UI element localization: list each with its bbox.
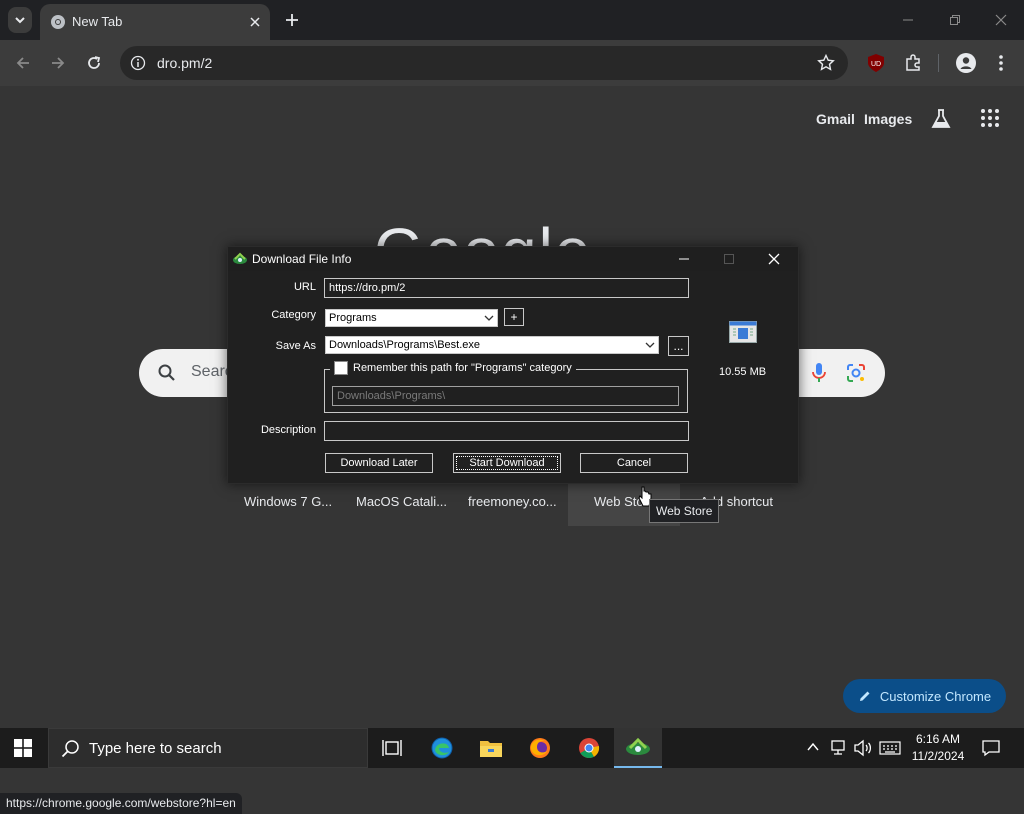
toolbar-divider <box>938 54 939 72</box>
minimize-icon[interactable] <box>898 10 918 30</box>
browser-titlebar: New Tab <box>0 0 1024 40</box>
svg-text:UD: UD <box>871 61 881 68</box>
add-category-button[interactable]: + <box>504 308 524 326</box>
task-view-icon[interactable] <box>368 728 416 768</box>
customize-chrome-label: Customize Chrome <box>879 688 992 704</box>
chevron-down-icon <box>15 17 25 24</box>
taskbar-search-icon <box>61 739 81 759</box>
browser-toolbar: dro.pm/2 UD <box>0 40 1024 86</box>
remember-path-checkbox-row[interactable]: Remember this path for "Programs" catego… <box>330 361 576 375</box>
url-field[interactable]: https://dro.pm/2 <box>324 278 689 298</box>
cancel-button[interactable]: Cancel <box>580 453 688 473</box>
start-download-button[interactable]: Start Download <box>453 453 561 473</box>
remember-path-label: Remember this path for "Programs" catego… <box>353 362 572 374</box>
taskbar-clock[interactable]: 6:16 AM 11/2/2024 <box>898 731 978 765</box>
dialog-title: Download File Info <box>252 252 352 266</box>
search-icon <box>157 363 177 383</box>
link-status-bar: https://chrome.google.com/webstore?hl=en <box>0 793 242 814</box>
dialog-titlebar[interactable]: Download File Info <box>228 247 798 271</box>
firefox-icon[interactable] <box>516 728 564 768</box>
google-apps-icon[interactable] <box>980 108 1000 128</box>
url-label: URL <box>293 281 316 293</box>
remember-path-field: Downloads\Programs\ <box>332 386 679 406</box>
site-info-icon[interactable] <box>130 55 146 71</box>
edge-browser-icon[interactable] <box>418 728 466 768</box>
category-select[interactable]: Programs <box>325 309 498 327</box>
taskbar-search-box[interactable]: Type here to search <box>48 728 368 768</box>
close-tab-icon[interactable] <box>246 13 264 31</box>
address-bar[interactable]: dro.pm/2 <box>120 46 848 80</box>
idm-app-icon <box>232 251 248 267</box>
customize-chrome-button[interactable]: Customize Chrome <box>843 679 1006 713</box>
chrome-menu-icon[interactable] <box>996 53 1006 73</box>
save-as-dropdown-arrow-icon[interactable] <box>642 337 658 353</box>
labs-flask-icon[interactable] <box>931 108 951 130</box>
file-explorer-icon[interactable] <box>467 728 515 768</box>
new-tab-icon[interactable] <box>282 10 302 30</box>
tab-title: New Tab <box>72 14 123 29</box>
address-text[interactable]: dro.pm/2 <box>157 55 212 71</box>
idm-taskbar-icon[interactable] <box>614 728 662 768</box>
volume-icon[interactable] <box>853 739 873 757</box>
windows-start-icon[interactable] <box>14 739 32 757</box>
file-type-icon <box>729 321 757 343</box>
remember-path-group: Downloads\Programs\ <box>324 369 688 413</box>
web-store-tooltip: Web Store <box>649 499 720 523</box>
reload-icon[interactable] <box>83 52 105 74</box>
category-label: Category <box>271 309 316 321</box>
shortcut-freemoney[interactable]: freemoney.co... <box>468 494 557 509</box>
ublock-extension-icon[interactable]: UD <box>866 53 886 73</box>
shortcut-windows7[interactable]: Windows 7 G... <box>244 494 332 509</box>
chrome-taskbar-icon[interactable] <box>565 728 613 768</box>
clock-date: 11/2/2024 <box>911 749 965 763</box>
restore-icon[interactable] <box>945 10 965 30</box>
browse-button[interactable]: ... <box>668 336 689 356</box>
show-hidden-icons-chevron-icon[interactable] <box>806 740 820 754</box>
bookmark-star-icon[interactable] <box>817 54 835 72</box>
tab-search-button[interactable] <box>8 7 32 33</box>
windows-taskbar: Type here to search 6:16 AM 11/2/2024 <box>0 728 1024 768</box>
tab-new-tab[interactable]: New Tab <box>40 4 270 40</box>
file-size: 10.55 MB <box>719 366 767 378</box>
download-later-button[interactable]: Download Later <box>325 453 433 473</box>
taskbar-search-placeholder: Type here to search <box>89 740 222 757</box>
shortcut-macos[interactable]: MacOS Catali... <box>356 494 447 509</box>
notifications-icon[interactable] <box>982 739 1000 757</box>
save-as-select[interactable]: Downloads\Programs\Best.exe <box>325 336 659 354</box>
pencil-icon <box>859 691 870 701</box>
category-dropdown-arrow-icon[interactable] <box>481 310 497 326</box>
back-arrow-icon[interactable] <box>12 52 34 74</box>
close-window-icon[interactable] <box>991 10 1011 30</box>
remember-path-checkbox[interactable] <box>334 361 348 375</box>
network-icon[interactable] <box>830 739 848 757</box>
category-value: Programs <box>329 312 377 324</box>
description-label: Description <box>260 424 316 436</box>
google-lens-icon[interactable] <box>845 362 867 384</box>
chrome-icon <box>50 14 66 30</box>
gmail-link[interactable]: Gmail <box>816 111 855 127</box>
dialog-minimize-icon[interactable] <box>678 253 690 265</box>
save-as-value: Downloads\Programs\Best.exe <box>329 339 481 351</box>
images-link[interactable]: Images <box>864 111 912 127</box>
forward-arrow-icon[interactable] <box>47 52 69 74</box>
voice-search-mic-icon[interactable] <box>811 362 827 384</box>
save-as-label: Save As <box>275 340 316 352</box>
clock-time: 6:16 AM <box>915 732 961 746</box>
extensions-puzzle-icon[interactable] <box>903 53 923 73</box>
description-field[interactable] <box>324 421 689 441</box>
dialog-close-icon[interactable] <box>768 253 780 265</box>
download-file-info-dialog: Download File Info URL https://dro.pm/2 … <box>227 246 799 484</box>
profile-avatar-icon[interactable] <box>955 52 977 74</box>
dialog-maximize-icon <box>723 253 735 265</box>
